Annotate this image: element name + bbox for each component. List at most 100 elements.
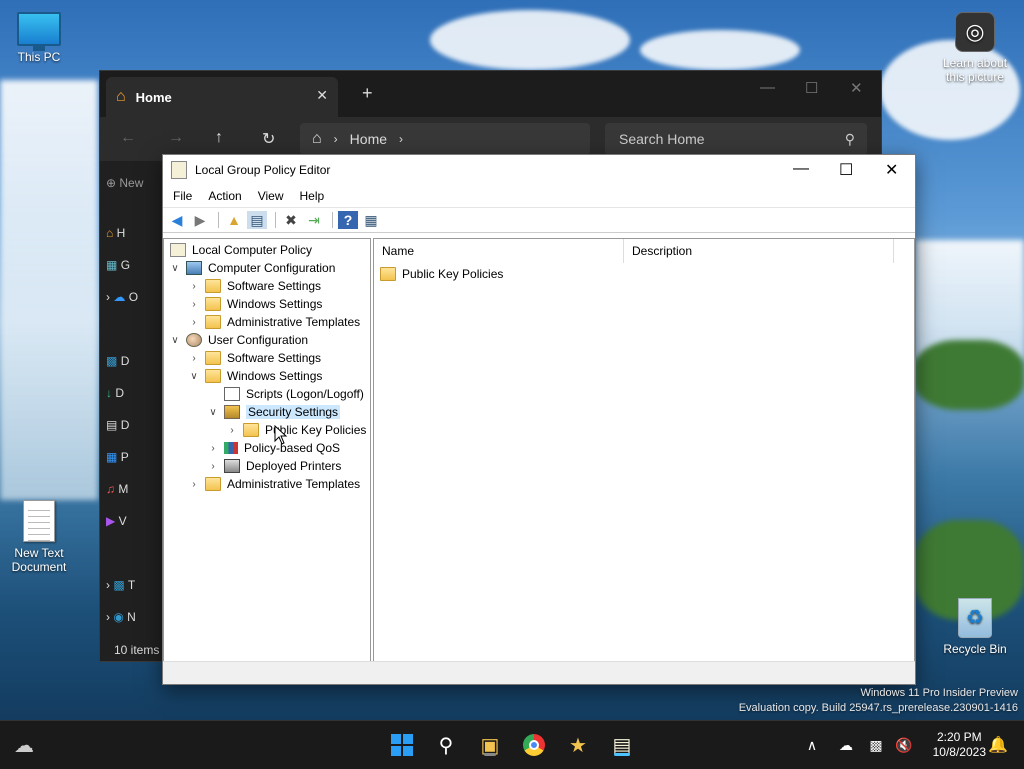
printer-icon bbox=[224, 459, 240, 473]
menu-file[interactable]: File bbox=[173, 189, 192, 203]
network-icon[interactable]: ▩ bbox=[862, 731, 890, 759]
chevron-up-icon[interactable]: ∧ bbox=[798, 731, 826, 759]
tree-node-computer-configuration[interactable]: ∨ Computer Configuration bbox=[168, 259, 335, 277]
clock-time: 2:20 PM bbox=[936, 730, 982, 744]
tips-taskbar-icon[interactable]: ★ bbox=[564, 731, 592, 759]
close-button[interactable]: ✕ bbox=[850, 79, 863, 97]
tree-node-cc-windows-settings[interactable]: › Windows Settings bbox=[187, 295, 322, 313]
desktop-icon-this-pc[interactable]: This PC bbox=[0, 12, 78, 64]
policy-icon bbox=[170, 243, 186, 257]
desktop-icon-recycle-bin[interactable]: ♻ Recycle Bin bbox=[936, 598, 1014, 656]
show-hide-tree-icon[interactable]: ▤ bbox=[247, 211, 267, 229]
up-folder-icon[interactable]: ▲ bbox=[224, 211, 244, 229]
volume-muted-icon[interactable]: 🔇 bbox=[890, 731, 918, 759]
minimize-button[interactable]: — bbox=[793, 160, 809, 178]
new-tab-button[interactable]: + bbox=[362, 83, 373, 104]
column-header-name[interactable]: Name bbox=[374, 239, 624, 263]
tree-node-uc-administrative-templates[interactable]: › Administrative Templates bbox=[187, 475, 360, 493]
new-button[interactable]: ⊕ New bbox=[106, 176, 162, 198]
menu-action[interactable]: Action bbox=[208, 189, 241, 203]
group-policy-taskbar-icon[interactable]: ▤ bbox=[608, 731, 636, 759]
column-header-description[interactable]: Description bbox=[624, 239, 894, 263]
tree-node-cc-software-settings[interactable]: › Software Settings bbox=[187, 277, 321, 295]
sidebar-item-music[interactable]: ♫ M bbox=[106, 482, 162, 504]
maximize-button[interactable]: ☐ bbox=[805, 79, 818, 97]
folder-icon bbox=[205, 351, 221, 365]
tree-node-uc-windows-settings[interactable]: ∨ Windows Settings bbox=[187, 367, 322, 385]
chevron-down-icon[interactable]: ∨ bbox=[168, 263, 182, 274]
menu-view[interactable]: View bbox=[258, 189, 284, 203]
desktop-icon-label: Recycle Bin bbox=[943, 642, 1007, 656]
toolbar-separator bbox=[218, 212, 219, 228]
script-icon bbox=[224, 387, 240, 401]
forward-arrow-icon[interactable]: → bbox=[168, 129, 184, 147]
close-tab-icon[interactable]: ✕ bbox=[316, 87, 328, 104]
sidebar-item-videos[interactable]: ▶ V bbox=[106, 514, 162, 536]
search-input[interactable]: Search Home ⚲ bbox=[605, 123, 867, 155]
chevron-down-icon[interactable]: ∨ bbox=[206, 407, 220, 418]
sidebar-item-home[interactable]: ⌂ H bbox=[106, 226, 162, 248]
tree-pane[interactable]: Local Computer Policy ∨ Computer Configur… bbox=[163, 238, 371, 662]
notification-bell-icon[interactable]: 🔔 bbox=[984, 731, 1012, 759]
export-list-icon[interactable]: ⇥ bbox=[304, 211, 324, 229]
chevron-down-icon[interactable]: ∨ bbox=[168, 335, 182, 346]
forward-arrow-icon[interactable]: ▶ bbox=[190, 211, 210, 229]
search-placeholder: Search Home bbox=[619, 131, 705, 147]
explorer-tab-home[interactable]: ⌂ Home ✕ bbox=[106, 77, 338, 117]
desktop-icon-learn-about-picture[interactable]: ◎ Learn about this picture bbox=[936, 12, 1014, 84]
chevron-right-icon[interactable]: › bbox=[187, 317, 201, 328]
search-icon[interactable]: ⚲ bbox=[432, 731, 460, 759]
sidebar-item-documents[interactable]: ▤ D bbox=[106, 418, 162, 440]
user-icon bbox=[186, 333, 202, 347]
file-explorer-taskbar-icon[interactable]: ▣ bbox=[476, 731, 504, 759]
refresh-icon[interactable]: ↻ bbox=[262, 129, 275, 149]
address-bar[interactable]: ⌂ › Home › bbox=[300, 123, 590, 155]
tree-node-deployed-printers[interactable]: › Deployed Printers bbox=[206, 457, 341, 475]
clock-date: 10/8/2023 bbox=[932, 745, 986, 759]
sidebar-item-this-pc[interactable]: › ▩ T bbox=[106, 578, 162, 600]
chevron-right-icon[interactable]: › bbox=[225, 425, 239, 436]
chevron-right-icon: › bbox=[333, 132, 338, 146]
desktop-icon-new-text-document[interactable]: New Text Document bbox=[0, 500, 78, 574]
taskbar: ☁ ⚲ ▣ ★ ▤ ∧ ☁ ▩ 🔇 2:20 PM 10/8/2023 🔔 bbox=[0, 720, 1024, 769]
chevron-right-icon[interactable]: › bbox=[206, 461, 220, 472]
start-button[interactable] bbox=[388, 731, 416, 759]
menu-help[interactable]: Help bbox=[300, 189, 325, 203]
back-arrow-icon[interactable]: ← bbox=[120, 129, 136, 147]
sidebar-item-onedrive[interactable]: › ☁ O bbox=[106, 290, 162, 312]
maximize-button[interactable]: ☐ bbox=[839, 160, 853, 180]
sidebar-item-gallery[interactable]: ▦ G bbox=[106, 258, 162, 280]
close-button[interactable]: ✕ bbox=[885, 160, 898, 180]
system-clock[interactable]: 2:20 PM 10/8/2023 bbox=[933, 730, 986, 760]
properties-pane-icon[interactable]: ▦ bbox=[361, 211, 381, 229]
tree-node-public-key-policies[interactable]: › Public Key Policies bbox=[225, 421, 366, 439]
chevron-right-icon[interactable]: › bbox=[187, 353, 201, 364]
sidebar-item-network[interactable]: › ◉ N bbox=[106, 610, 162, 632]
chevron-right-icon[interactable]: › bbox=[206, 443, 220, 454]
group-policy-editor-window[interactable]: Local Group Policy Editor — ☐ ✕ File Act… bbox=[162, 154, 916, 685]
chrome-taskbar-icon[interactable] bbox=[520, 731, 548, 759]
chevron-right-icon[interactable]: › bbox=[187, 299, 201, 310]
sidebar-item-downloads[interactable]: ↓ D bbox=[106, 386, 162, 408]
weather-icon[interactable]: ☁ bbox=[10, 731, 38, 759]
details-pane[interactable]: Name Description Public Key Policies bbox=[373, 238, 915, 662]
tree-node-local-computer-policy[interactable]: Local Computer Policy bbox=[166, 241, 312, 259]
sidebar-item-desktop[interactable]: ▩ D bbox=[106, 354, 162, 376]
back-arrow-icon[interactable]: ◀ bbox=[167, 211, 187, 229]
list-item[interactable]: Public Key Policies bbox=[380, 265, 503, 283]
up-arrow-icon[interactable]: ↑ bbox=[215, 129, 223, 147]
help-icon[interactable]: ? bbox=[338, 211, 358, 229]
tree-node-scripts[interactable]: Scripts (Logon/Logoff) bbox=[206, 385, 364, 403]
chevron-right-icon[interactable]: › bbox=[187, 479, 201, 490]
sidebar-item-pictures[interactable]: ▦ P bbox=[106, 450, 162, 472]
tree-node-user-configuration[interactable]: ∨ User Configuration bbox=[168, 331, 308, 349]
minimize-button[interactable]: — bbox=[760, 79, 775, 96]
chevron-down-icon[interactable]: ∨ bbox=[187, 371, 201, 382]
address-segment-home[interactable]: Home bbox=[350, 131, 387, 147]
tree-node-cc-administrative-templates[interactable]: › Administrative Templates bbox=[187, 313, 360, 331]
delete-icon[interactable]: ✖ bbox=[281, 211, 301, 229]
onedrive-icon[interactable]: ☁ bbox=[832, 731, 860, 759]
tree-node-security-settings[interactable]: ∨ Security Settings bbox=[206, 403, 341, 421]
chevron-right-icon[interactable]: › bbox=[187, 281, 201, 292]
tree-node-uc-software-settings[interactable]: › Software Settings bbox=[187, 349, 321, 367]
